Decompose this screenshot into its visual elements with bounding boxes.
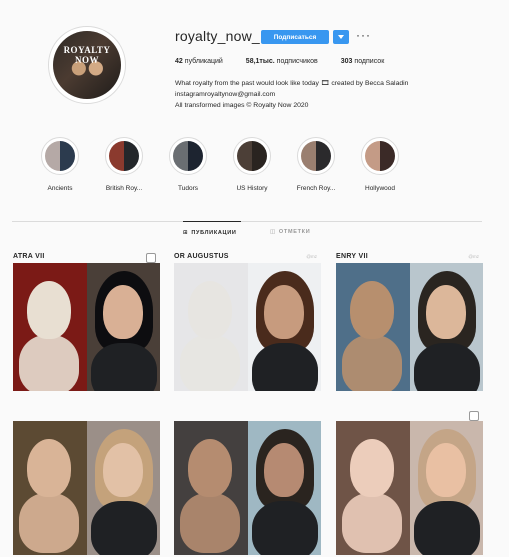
highlight-item[interactable]: French Roy... (284, 137, 348, 192)
multiple-images-icon (469, 411, 479, 421)
multiple-images-icon (146, 253, 156, 263)
post-thumbnail[interactable]: ATRA VII (13, 251, 160, 391)
profile-avatar[interactable]: ROYALTY NOW (48, 26, 126, 104)
more-options-icon[interactable]: ··· (356, 29, 371, 41)
post-thumbnail[interactable] (13, 409, 160, 555)
highlight-cover (233, 137, 271, 175)
grid-icon: ⊞ (183, 230, 189, 236)
tab-posts[interactable]: ⊞ ПУБЛИКАЦИИ (183, 221, 241, 241)
highlight-cover (297, 137, 335, 175)
watermark-text: @mz (468, 254, 479, 259)
profile-header: ROYALTY NOW royalty_now_ Подписаться ··· … (0, 0, 509, 215)
post-caption (336, 409, 483, 421)
post-caption: ENRY VII (336, 251, 483, 263)
post-left-half (13, 421, 87, 555)
follow-button[interactable]: Подписаться (261, 30, 329, 44)
profile-bio: What royalty from the past would look li… (175, 78, 475, 111)
highlight-cover (41, 137, 79, 175)
highlight-label: Hollywood (365, 185, 395, 192)
post-thumbnail[interactable]: ENRY VII @mz (336, 251, 483, 391)
bio-email: instagramroyaltynow@gmail.com (175, 91, 276, 98)
highlight-item[interactable]: Hollywood (348, 137, 412, 192)
following-count[interactable]: 303 подписок (341, 58, 385, 65)
post-caption: OR AUGUSTUS (174, 251, 321, 263)
post-right-half (409, 421, 483, 555)
post-right-half (409, 263, 483, 391)
profile-tabs: ⊞ ПУБЛИКАЦИИ ◫ ОТМЕТКИ (0, 221, 509, 245)
highlight-label: French Roy... (296, 185, 336, 192)
highlight-item[interactable]: Tudors (156, 137, 220, 192)
post-caption (13, 409, 160, 421)
highlight-item[interactable]: Ancients (28, 137, 92, 192)
post-caption: ATRA VII (13, 251, 160, 263)
watermark-text: @mz (306, 254, 317, 259)
followers-count[interactable]: 58,1тыс. подписчиков (246, 58, 318, 65)
highlight-item[interactable]: US History (220, 137, 284, 192)
highlight-item[interactable]: British Roy... (92, 137, 156, 192)
highlight-label: British Roy... (105, 185, 143, 192)
story-highlights: Ancients British Roy... Tudors US History Fr… (28, 137, 412, 192)
highlight-label: US History (236, 185, 268, 192)
post-left-half (336, 421, 410, 555)
highlight-cover (105, 137, 143, 175)
avatar-image: ROYALTY NOW (53, 31, 121, 99)
tab-tagged[interactable]: ◫ ОТМЕТКИ (270, 221, 320, 241)
post-right-half (86, 263, 160, 391)
highlight-cover (169, 137, 207, 175)
bio-line: All transformed images © Royalty Now 202… (175, 102, 309, 109)
post-right-half (247, 421, 321, 555)
post-left-half (336, 263, 410, 391)
post-thumbnail[interactable] (336, 409, 483, 555)
bio-line: What royalty from the past would look li… (175, 80, 409, 87)
highlight-label: Tudors (178, 185, 198, 192)
post-right-half (247, 263, 321, 391)
post-right-half (86, 421, 160, 555)
profile-stats: 42 публикаций 58,1тыс. подписчиков 303 подп… (175, 58, 384, 65)
highlight-label: Ancients (47, 185, 73, 192)
avatar-logo-text: ROYALTY NOW (63, 45, 111, 65)
post-thumbnail[interactable] (174, 409, 321, 555)
post-left-half (13, 263, 87, 391)
suggestions-dropdown-button[interactable] (333, 30, 349, 44)
posts-count: 42 публикаций (175, 58, 223, 65)
tag-icon: ◫ (270, 229, 276, 235)
post-left-half (174, 263, 248, 391)
post-left-half (174, 421, 248, 555)
username: royalty_now_ (175, 28, 260, 44)
highlight-cover (361, 137, 399, 175)
post-thumbnail[interactable]: OR AUGUSTUS @mz (174, 251, 321, 391)
post-caption (174, 409, 321, 421)
